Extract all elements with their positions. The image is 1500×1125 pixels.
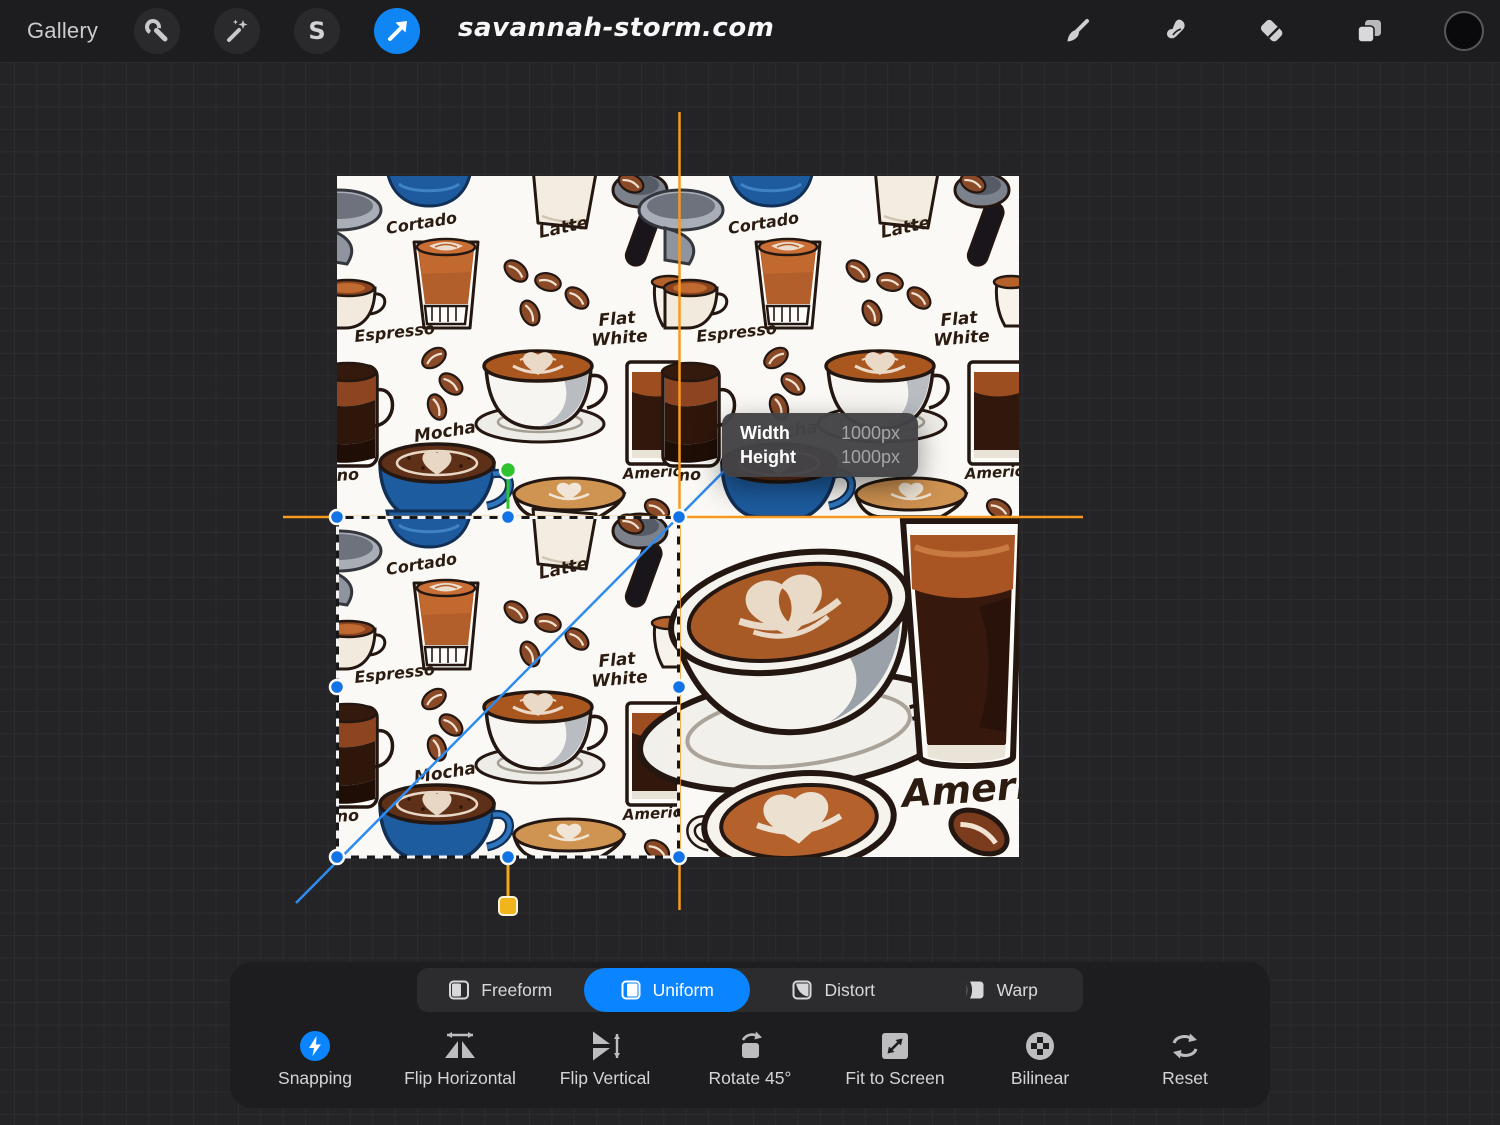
erase-tool-button[interactable]	[1249, 8, 1295, 54]
document-title[interactable]: savannah-storm.com	[458, 13, 774, 43]
transform-arrow-icon	[382, 16, 412, 46]
fit-to-screen-button[interactable]: Fit to Screen	[824, 1028, 966, 1098]
svg-text:S: S	[308, 17, 325, 45]
smudge-finger-icon	[1159, 15, 1191, 47]
height-value: 1000px	[841, 447, 900, 468]
size-tooltip: Width 1000px Height 1000px	[722, 413, 918, 477]
actions-button[interactable]	[134, 8, 180, 54]
flip-vertical-icon	[587, 1030, 623, 1062]
big-americano-glass	[903, 521, 1019, 766]
rotate-45-label: Rotate 45°	[709, 1068, 792, 1089]
snapping-lightning-icon	[299, 1030, 331, 1062]
snapping-label: Snapping	[278, 1068, 352, 1089]
bilinear-button[interactable]: Bilinear	[969, 1028, 1111, 1098]
reset-cycle-icon	[1168, 1030, 1202, 1062]
tab-freeform-label: Freeform	[481, 980, 552, 1001]
adjustments-button[interactable]	[214, 8, 260, 54]
flip-horizontal-label: Flip Horizontal	[404, 1068, 516, 1089]
artwork-enlarged: America	[633, 517, 1019, 857]
width-value: 1000px	[841, 423, 900, 444]
smudge-tool-button[interactable]	[1152, 8, 1198, 54]
gallery-button[interactable]: Gallery	[27, 0, 98, 62]
tab-distort[interactable]: Distort	[750, 968, 917, 1012]
paint-tool-button[interactable]	[1055, 8, 1101, 54]
tab-warp-label: Warp	[997, 980, 1038, 1001]
height-row: Height 1000px	[740, 447, 900, 468]
reset-label: Reset	[1162, 1068, 1208, 1089]
distort-icon	[791, 979, 813, 1001]
width-label: Width	[740, 423, 790, 444]
height-label: Height	[740, 447, 796, 468]
layers-button[interactable]	[1346, 8, 1392, 54]
snapping-button[interactable]: Snapping	[244, 1028, 386, 1098]
rotate-45-icon	[733, 1030, 767, 1062]
brush-icon	[1062, 15, 1094, 47]
transform-actions-row: Snapping Flip Horizontal	[244, 1028, 1256, 1098]
canvas-workspace[interactable]: Cortado Latte	[0, 0, 1500, 1125]
top-toolbar: Gallery S savannah-storm.com	[0, 0, 1500, 62]
freeform-icon	[448, 979, 470, 1001]
warp-icon	[962, 979, 986, 1001]
gallery-label: Gallery	[27, 18, 98, 44]
tab-freeform[interactable]: Freeform	[417, 968, 584, 1012]
tab-warp[interactable]: Warp	[917, 968, 1084, 1012]
transform-options-panel: Freeform Uniform Distort Warp	[230, 962, 1270, 1108]
reset-button[interactable]: Reset	[1114, 1028, 1256, 1098]
pivot-handle[interactable]	[499, 897, 517, 915]
selection-s-icon: S	[302, 16, 332, 46]
bilinear-interpolation-icon	[1024, 1030, 1056, 1062]
wrench-icon	[142, 16, 172, 46]
rotate-45-button[interactable]: Rotate 45°	[679, 1028, 821, 1098]
uniform-icon	[620, 979, 642, 1001]
fit-to-screen-icon	[879, 1030, 911, 1062]
tab-uniform-label: Uniform	[653, 980, 714, 1001]
flip-horizontal-icon	[442, 1030, 478, 1062]
bilinear-label: Bilinear	[1011, 1068, 1069, 1089]
magic-wand-icon	[222, 16, 252, 46]
tab-distort-label: Distort	[824, 980, 875, 1001]
artwork-canvas[interactable]: Cortado Latte	[337, 176, 1019, 857]
transform-mode-tabs: Freeform Uniform Distort Warp	[417, 968, 1083, 1012]
eraser-icon	[1256, 15, 1288, 47]
layers-icon	[1353, 15, 1385, 47]
width-row: Width 1000px	[740, 423, 900, 444]
fit-to-screen-label: Fit to Screen	[845, 1068, 944, 1089]
flip-horizontal-button[interactable]: Flip Horizontal	[389, 1028, 531, 1098]
tab-uniform[interactable]: Uniform	[584, 968, 751, 1012]
selection-button[interactable]: S	[294, 8, 340, 54]
active-color-swatch[interactable]	[1444, 11, 1484, 51]
flip-vertical-button[interactable]: Flip Vertical	[534, 1028, 676, 1098]
flip-vertical-label: Flip Vertical	[560, 1068, 650, 1089]
transform-button[interactable]	[374, 8, 420, 54]
